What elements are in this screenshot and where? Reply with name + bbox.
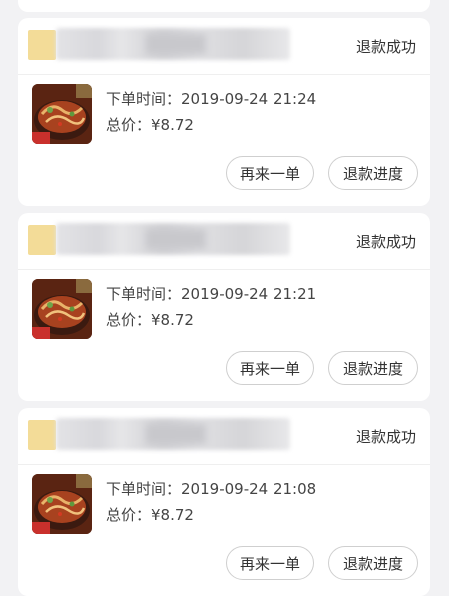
order-card[interactable]: 退款成功 下单时间：2019-09-24 21:24 总价：¥8.72 再来一单… [18,18,430,206]
divider [18,269,430,270]
divider [18,464,430,465]
reorder-button[interactable]: 再来一单 [226,546,314,580]
order-time: 下单时间：2019-09-24 21:24 [106,88,316,109]
refund-progress-button[interactable]: 退款进度 [328,351,418,385]
store-logo [28,420,56,450]
food-thumbnail[interactable] [32,474,92,534]
previous-order-card [18,0,430,12]
order-status: 退款成功 [355,38,416,56]
store-logo [28,225,56,255]
order-status: 退款成功 [355,233,416,251]
order-total-value: ¥8.72 [151,506,194,524]
order-total-value: ¥8.72 [151,311,194,329]
order-total: 总价：¥8.72 [106,504,194,525]
store-name[interactable] [56,28,290,60]
reorder-button[interactable]: 再来一单 [226,156,314,190]
food-thumbnail[interactable] [32,279,92,339]
food-image-icon [32,279,92,339]
store-name[interactable] [56,223,290,255]
store-name[interactable] [56,418,290,450]
order-time-value: 2019-09-24 21:08 [181,480,317,498]
order-card[interactable]: 退款成功 下单时间：2019-09-24 21:21 总价：¥8.72 再来一单… [18,213,430,401]
order-total: 总价：¥8.72 [106,309,194,330]
order-time-label: 下单时间： [106,480,182,498]
order-time-label: 下单时间： [106,285,182,303]
food-thumbnail[interactable] [32,84,92,144]
order-time: 下单时间：2019-09-24 21:21 [106,283,316,304]
refund-progress-button[interactable]: 退款进度 [328,156,418,190]
order-total-label: 总价： [106,506,152,524]
food-image-icon [32,474,92,534]
order-card[interactable]: 退款成功 下单时间：2019-09-24 21:08 总价：¥8.72 再来一单… [18,408,430,596]
store-logo [28,30,56,60]
reorder-button[interactable]: 再来一单 [226,351,314,385]
order-total-value: ¥8.72 [151,116,194,134]
divider [18,74,430,75]
order-total-label: 总价： [106,116,152,134]
order-total-label: 总价： [106,311,152,329]
order-total: 总价：¥8.72 [106,114,194,135]
food-image-icon [32,84,92,144]
order-status: 退款成功 [355,428,416,446]
order-time-value: 2019-09-24 21:24 [181,90,317,108]
refund-progress-button[interactable]: 退款进度 [328,546,418,580]
order-time-label: 下单时间： [106,90,182,108]
order-time-value: 2019-09-24 21:21 [181,285,317,303]
order-time: 下单时间：2019-09-24 21:08 [106,478,316,499]
